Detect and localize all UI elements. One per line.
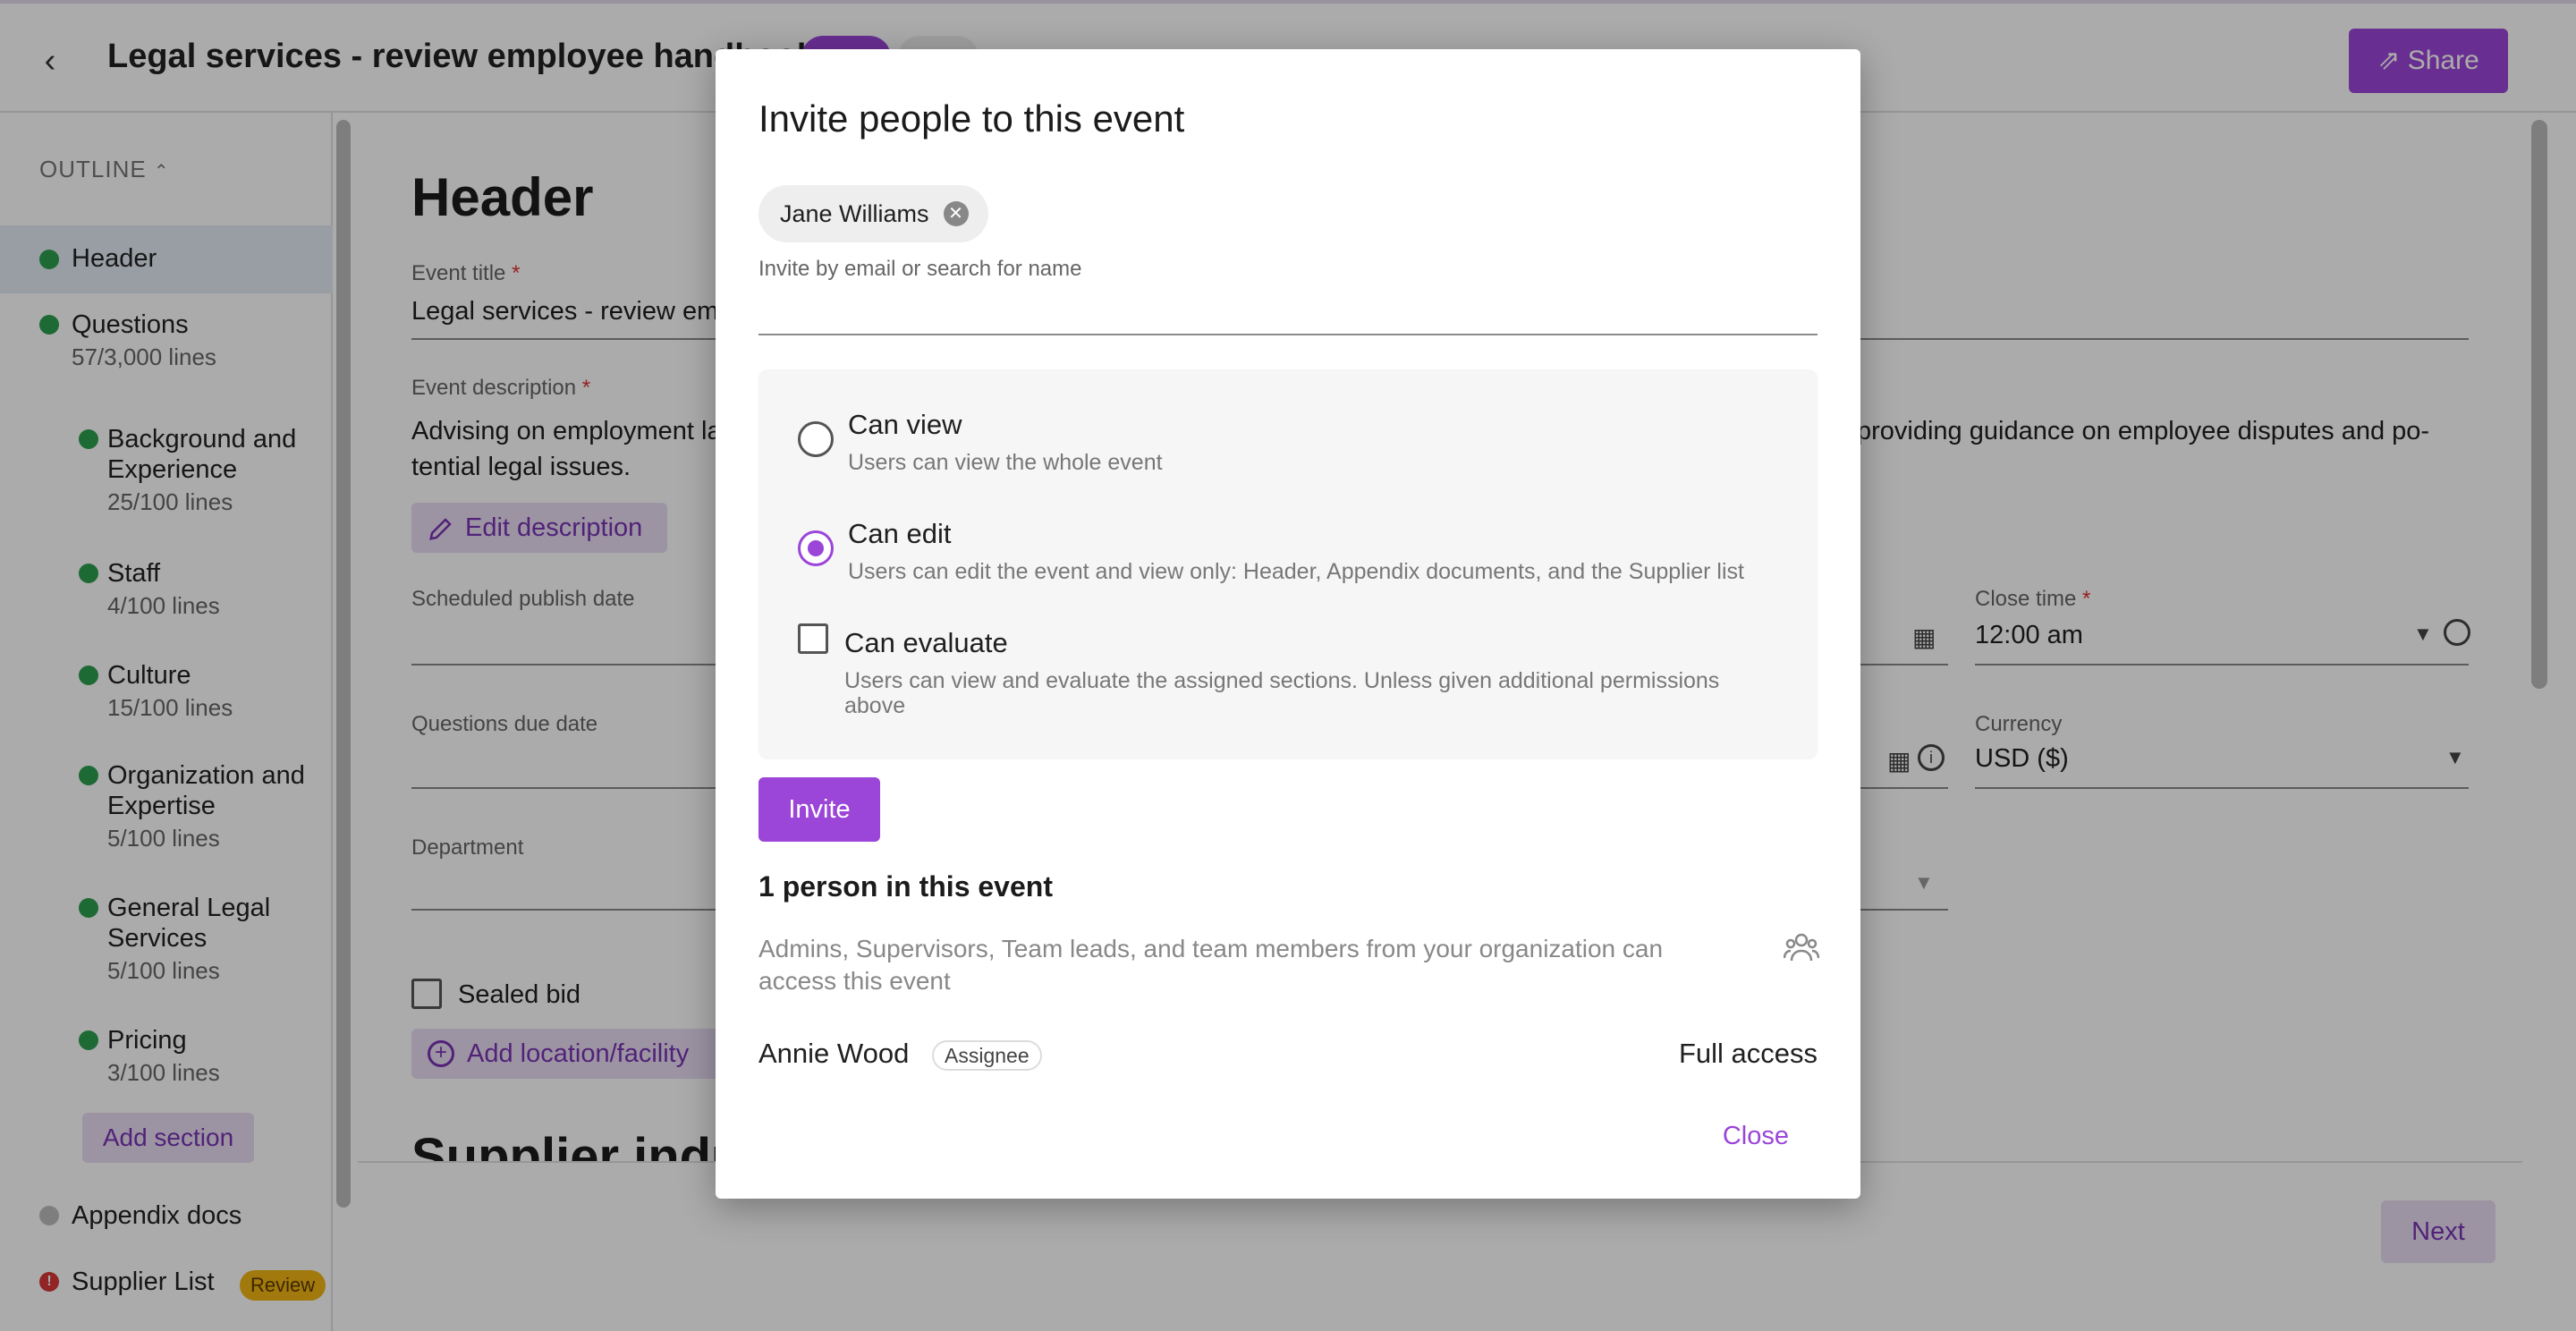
- remove-chip-icon[interactable]: ✕: [943, 201, 969, 226]
- can-edit-desc: Users can edit the event and view only: …: [848, 559, 1744, 584]
- permissions-panel: Can view Users can view the whole event …: [758, 369, 1818, 759]
- can-evaluate-checkbox[interactable]: [798, 623, 828, 654]
- can-evaluate-desc: Users can view and evaluate the assigned…: [844, 668, 1720, 693]
- people-count: 1 person in this event: [758, 870, 1053, 903]
- invite-button[interactable]: Invite: [758, 777, 880, 842]
- can-view-title: Can view: [848, 409, 962, 440]
- invite-search-input[interactable]: [758, 334, 1818, 335]
- people-access-note: Admins, Supervisors, Team leads, and tea…: [758, 935, 1664, 995]
- close-button[interactable]: Close: [1723, 1122, 1789, 1151]
- can-evaluate-title: Can evaluate: [844, 627, 1008, 658]
- can-view-desc: Users can view the whole event: [848, 450, 1163, 475]
- invitee-chip-label: Jane Williams: [780, 200, 929, 227]
- invitee-chip: Jane Williams ✕: [758, 185, 988, 242]
- can-edit-title: Can edit: [848, 518, 952, 549]
- can-view-radio[interactable]: [798, 421, 834, 457]
- dialog-title: Invite people to this event: [758, 97, 1185, 140]
- invite-search-hint: Invite by email or search for name: [758, 257, 1082, 281]
- can-evaluate-desc-2: above: [844, 693, 906, 718]
- assignee-badge: Assignee: [932, 1040, 1042, 1071]
- can-edit-radio[interactable]: [798, 530, 834, 566]
- people-group-icon: [1784, 933, 1819, 962]
- invite-dialog: Invite people to this event Jane William…: [716, 49, 1860, 1199]
- person-name: Annie Wood: [758, 1038, 910, 1069]
- person-access-level: Full access: [1678, 1038, 1818, 1069]
